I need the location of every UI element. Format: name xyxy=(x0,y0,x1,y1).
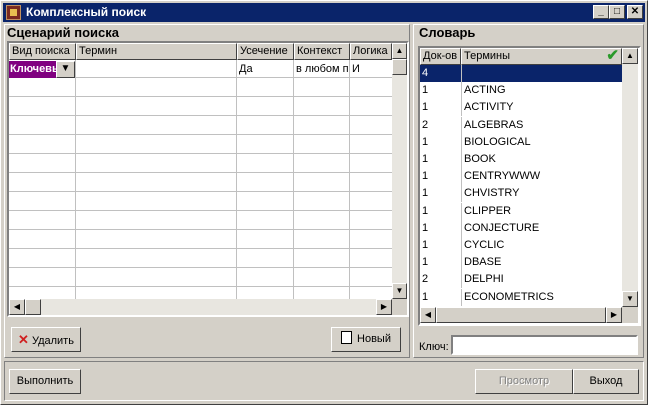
dictionary-panel: Словарь Док-ов Термины ✔ 4 1 ACTING 1 ACTIVI… xyxy=(413,24,644,358)
doc-count: 1 xyxy=(422,221,429,234)
new-button[interactable]: Новый xyxy=(331,327,401,352)
dict-scroll-down-icon[interactable]: ▼ xyxy=(622,291,638,307)
key-label: Ключ: xyxy=(419,341,449,353)
scroll-up-icon[interactable]: ▲ xyxy=(392,43,407,59)
term: DBASE xyxy=(464,256,502,269)
title-bar: Комплексный поиск _ □ ✕ xyxy=(3,3,645,22)
doc-count: 1 xyxy=(422,239,429,251)
term: ACTIVITY xyxy=(464,101,514,114)
doc-count: 1 xyxy=(422,101,429,114)
list-item[interactable]: 2 DELPHI xyxy=(420,271,622,289)
term: CONJECTURE xyxy=(464,221,540,234)
view-button[interactable]: Просмотр xyxy=(475,369,573,394)
maximize-button[interactable]: □ xyxy=(609,5,625,19)
scenario-vscrollbar[interactable]: ▲ ▼ xyxy=(392,43,407,299)
doc-count: 2 xyxy=(422,118,429,131)
truncation-cell[interactable]: Да xyxy=(239,60,293,77)
term: ECONOMETRICS xyxy=(464,290,554,303)
list-item[interactable]: 1 DBASE xyxy=(420,254,622,272)
bottom-bar: Выполнить Просмотр Выход xyxy=(4,361,644,401)
col-header-logic[interactable]: Логика xyxy=(350,43,392,60)
list-item[interactable]: 2 ALGEBRAS xyxy=(420,116,622,134)
term: CENTRYWWW xyxy=(464,170,541,183)
term: ACTING xyxy=(464,84,506,97)
col-header-search-type[interactable]: Вид поиска xyxy=(9,43,76,60)
list-item[interactable]: 1 CYCLIC xyxy=(420,237,622,254)
doc-count: 1 xyxy=(422,84,429,97)
scenario-hscrollbar[interactable]: ◀ ▶ xyxy=(9,299,392,315)
delete-x-icon: ✕ xyxy=(18,332,29,347)
term: CYCLIC xyxy=(464,239,505,251)
col-header-term[interactable]: Термин xyxy=(76,43,237,60)
term: ALGEBRAS xyxy=(464,118,524,131)
key-input[interactable] xyxy=(451,335,638,355)
dict-scroll-right-icon[interactable]: ▶ xyxy=(606,307,622,323)
term: BOOK xyxy=(464,153,496,165)
dict-scroll-up-icon[interactable]: ▲ xyxy=(622,48,638,64)
delete-button[interactable]: ✕ Удалить xyxy=(11,327,81,352)
doc-count: 1 xyxy=(422,204,429,217)
col-header-terms[interactable]: Термины ✔ xyxy=(461,48,622,65)
doc-count: 1 xyxy=(422,135,429,148)
dictionary-vscrollbar[interactable]: ▲ ▼ xyxy=(622,48,638,307)
list-item[interactable]: 1 CLIPPER xyxy=(420,202,622,220)
doc-count: 1 xyxy=(422,290,429,303)
execute-button[interactable]: Выполнить xyxy=(9,369,81,394)
window-app-icon xyxy=(6,5,21,20)
scroll-thumb[interactable] xyxy=(392,59,407,75)
dictionary-grid: Док-ов Термины ✔ 4 1 ACTING 1 ACTIVITY 2 ALGEB… xyxy=(418,46,641,326)
window-title: Комплексный поиск xyxy=(26,5,147,19)
list-item[interactable]: 1 ACTING xyxy=(420,82,622,100)
term: CLIPPER xyxy=(464,204,512,217)
col-header-truncation[interactable]: Усечение xyxy=(237,43,294,60)
list-item[interactable]: 1 BIOLOGICAL xyxy=(420,133,622,151)
dict-hscroll-thumb[interactable] xyxy=(436,307,606,323)
table-row[interactable]: Ключевы ▼ Да в любом п И xyxy=(9,60,392,78)
close-button[interactable]: ✕ xyxy=(627,5,643,19)
scenario-title: Сценарий поиска xyxy=(7,25,119,40)
logic-cell[interactable]: И xyxy=(352,60,392,77)
list-item[interactable]: 4 xyxy=(420,65,622,82)
list-item[interactable]: 1 CHVISTRY xyxy=(420,185,622,203)
minimize-button[interactable]: _ xyxy=(593,5,609,19)
search-type-cell[interactable]: Ключевы ▼ xyxy=(9,61,75,78)
dictionary-list: 4 1 ACTING 1 ACTIVITY 2 ALGEBRAS 1 BIOLOGICAL 1 BO… xyxy=(420,65,622,307)
doc-count: 1 xyxy=(422,187,429,200)
term: DELPHI xyxy=(464,273,504,286)
doc-count: 1 xyxy=(422,153,429,165)
scenario-grid: Вид поиска Термин Усечение Контекст Логи… xyxy=(7,41,409,317)
list-item[interactable]: 1 ACTIVITY xyxy=(420,99,622,117)
scroll-left-icon[interactable]: ◀ xyxy=(9,299,25,315)
check-icon[interactable]: ✔ xyxy=(606,49,619,63)
col-header-context[interactable]: Контекст xyxy=(294,43,350,60)
dictionary-title: Словарь xyxy=(419,25,476,40)
new-document-icon xyxy=(341,331,353,344)
doc-count: 4 xyxy=(422,67,429,79)
search-type-value: Ключевы xyxy=(10,63,62,75)
term: BIOLOGICAL xyxy=(464,135,531,148)
list-item[interactable]: 1 ECONOMETRICS xyxy=(420,288,622,306)
dict-scroll-left-icon[interactable]: ◀ xyxy=(420,307,436,323)
scroll-right-icon[interactable]: ▶ xyxy=(376,299,392,315)
scroll-down-icon[interactable]: ▼ xyxy=(392,283,407,299)
col-header-doc-count[interactable]: Док-ов xyxy=(420,48,461,65)
scenario-panel: Сценарий поиска Вид поиска Термин Усечен… xyxy=(4,24,410,358)
list-item[interactable]: 1 CONJECTURE xyxy=(420,219,622,237)
term-cell[interactable] xyxy=(78,60,235,77)
hscroll-thumb[interactable] xyxy=(25,299,41,315)
exit-button[interactable]: Выход xyxy=(573,369,639,394)
doc-count: 1 xyxy=(422,256,429,269)
list-item[interactable]: 1 CENTRYWWW xyxy=(420,168,622,186)
context-cell[interactable]: в любом п xyxy=(296,60,348,77)
list-item[interactable]: 1 BOOK xyxy=(420,151,622,168)
doc-count: 1 xyxy=(422,170,429,183)
term: CHVISTRY xyxy=(464,187,520,200)
doc-count: 2 xyxy=(422,273,429,286)
dropdown-arrow-icon[interactable]: ▼ xyxy=(56,61,75,78)
dictionary-hscrollbar[interactable]: ◀ ▶ xyxy=(420,307,622,323)
